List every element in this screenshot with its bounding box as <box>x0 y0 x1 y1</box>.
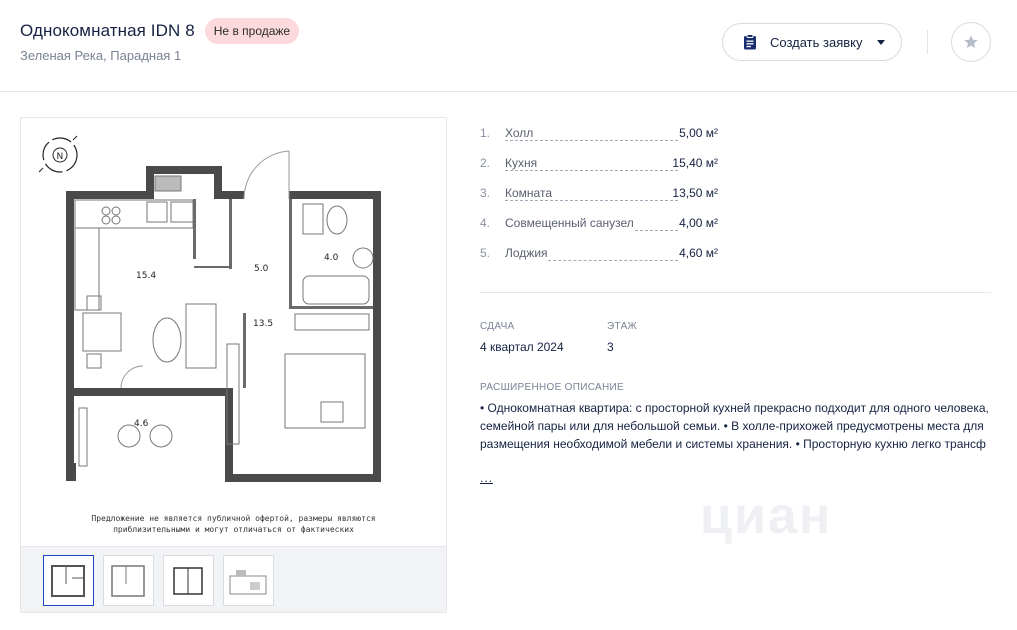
room-area: 4,00 м² <box>677 216 718 230</box>
room-area: 5,00 м² <box>677 126 718 140</box>
thumbnail-plan-icon <box>111 565 145 597</box>
room-number: 1. <box>480 126 491 140</box>
floor-plan-drawing[interactable]: N 15.4 5.0 4.0 13.5 4.6 <box>21 118 446 513</box>
create-request-button[interactable]: Создать заявку <box>722 23 902 61</box>
delivery-label: СДАЧА <box>480 321 515 332</box>
status-badge: Не в продаже <box>204 18 300 44</box>
room-item: 4. Совмещенный санузел 4,00 м² <box>480 214 720 234</box>
bedroom-furniture <box>226 313 370 445</box>
thumbnail-3[interactable] <box>163 555 214 606</box>
room-label-bedroom: 13.5 <box>253 319 273 329</box>
create-request-label: Создать заявку <box>770 34 863 50</box>
thumbnail-4[interactable] <box>223 555 274 606</box>
delivery-value: 4 квартал 2024 <box>480 340 564 354</box>
cian-watermark: циан <box>700 487 833 545</box>
header-divider <box>927 30 928 54</box>
dining-table <box>82 295 217 369</box>
room-label-bathroom: 4.0 <box>324 253 339 263</box>
thumbnail-plan-icon <box>229 570 267 595</box>
room-area: 15,40 м² <box>670 156 718 170</box>
address: Зеленая Река, Парадная 1 <box>20 48 182 63</box>
section-divider <box>480 292 991 293</box>
disclaimer-line-2: приблизительными и могут отличаться от ф… <box>113 525 354 534</box>
chevron-down-icon <box>876 39 885 45</box>
room-area: 4,60 м² <box>677 246 718 260</box>
disclaimer-line-1: Предложение не является публичной оферто… <box>91 514 376 523</box>
floor-value: 3 <box>607 340 614 354</box>
thumbnail-2[interactable] <box>103 555 154 606</box>
leader-dots <box>505 200 678 201</box>
page-header: Однокомнатная IDN 8 Не в продаже Зеленая… <box>0 0 1017 92</box>
room-number: 5. <box>480 246 491 260</box>
room-labels: 15.4 5.0 4.0 13.5 4.6 <box>134 253 339 429</box>
room-name: Холл <box>505 126 534 140</box>
show-more-link[interactable]: ... <box>480 471 493 485</box>
room-label-loggia: 4.6 <box>134 419 149 429</box>
room-item: 3. Комната 13,50 м² <box>480 184 720 204</box>
room-number: 2. <box>480 156 491 170</box>
title-row: Однокомнатная IDN 8 Не в продаже <box>20 18 300 44</box>
floor-plan-panel: N 15.4 5.0 4.0 13.5 4.6 Предложение не я… <box>20 117 447 613</box>
plan-thumbnails <box>21 546 446 612</box>
compass-label: N <box>57 152 64 162</box>
compass-icon: N <box>38 135 78 173</box>
room-label-kitchen: 15.4 <box>136 271 156 281</box>
clipboard-icon <box>744 34 756 50</box>
room-label-hall: 5.0 <box>254 264 269 274</box>
room-item: 1. Холл 5,00 м² <box>480 124 720 144</box>
room-name: Лоджия <box>505 246 548 260</box>
loggia-furniture <box>78 407 173 467</box>
floor-label: ЭТАЖ <box>607 321 638 332</box>
description-text: • Однокомнатная квартира: с просторной к… <box>480 401 989 451</box>
star-icon <box>964 35 978 48</box>
leader-dots <box>548 260 678 261</box>
leader-dots <box>505 170 678 171</box>
room-number: 4. <box>480 216 491 230</box>
room-item: 2. Кухня 15,40 м² <box>480 154 720 174</box>
favorite-button[interactable] <box>951 22 991 62</box>
thumbnail-plan-icon <box>51 565 85 597</box>
leader-dots <box>635 230 678 231</box>
page-title: Однокомнатная IDN 8 <box>20 21 195 40</box>
room-name: Совмещенный санузел <box>505 216 634 230</box>
description-label: РАСШИРЕННОЕ ОПИСАНИЕ <box>480 382 624 393</box>
plan-disclaimer: Предложение не является публичной оферто… <box>31 513 436 535</box>
room-number: 3. <box>480 186 491 200</box>
room-name: Комната <box>505 186 552 200</box>
thumbnail-plan-icon <box>173 567 203 595</box>
room-name: Кухня <box>505 156 538 170</box>
leader-dots <box>505 140 678 141</box>
room-area: 13,50 м² <box>670 186 718 200</box>
room-item: 5. Лоджия 4,60 м² <box>480 244 720 264</box>
thumbnail-1[interactable] <box>43 555 94 606</box>
